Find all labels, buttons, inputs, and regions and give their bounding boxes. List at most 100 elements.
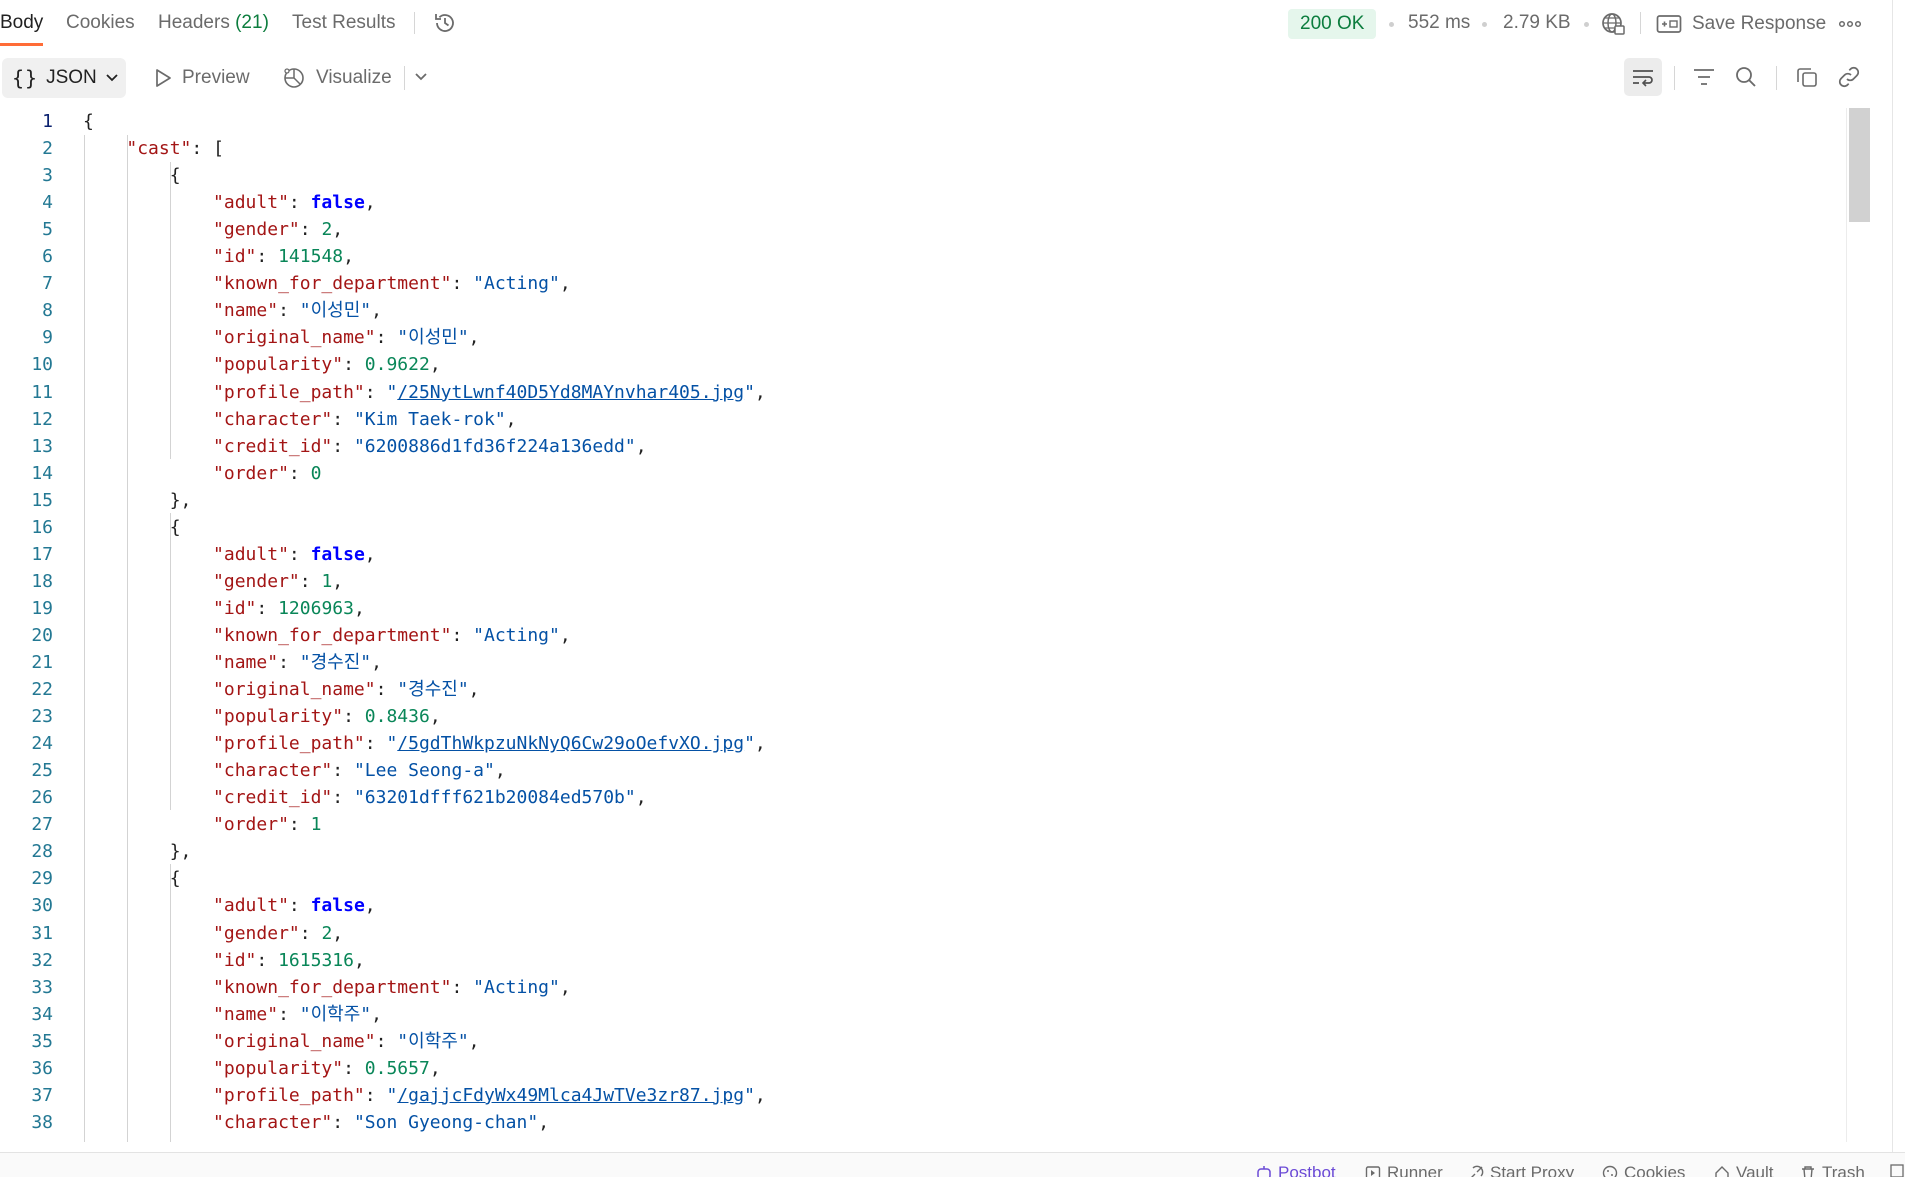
json-key: "popularity" (213, 706, 344, 728)
format-select[interactable]: {} JSON (2, 58, 126, 98)
code-line: 4 "adult": false, (0, 189, 1840, 216)
code-text: "credit_id": "63201dfff621b20084ed570b", (213, 787, 647, 809)
start-proxy-button[interactable]: Start Proxy (1468, 1163, 1574, 1177)
filter-icon (1694, 69, 1714, 85)
copy-button[interactable] (1788, 58, 1826, 96)
divider (1776, 66, 1777, 90)
json-key: "credit_id" (213, 435, 333, 457)
code-text: "original_name": "이학주", (213, 1030, 480, 1052)
json-key: "order" (213, 814, 289, 836)
json-value: "이학주" (299, 1003, 372, 1025)
visualize-label: Visualize (316, 67, 392, 88)
network-globe-icon[interactable] (1600, 11, 1626, 37)
code-line: 24 "profile_path": "/5gdThWkpzuNkNyQ6Cw2… (0, 730, 1840, 757)
line-number: 30 (31, 895, 53, 917)
code-line: 31 "gender": 2, (0, 920, 1840, 947)
code-text: "gender": 1, (213, 570, 344, 592)
tab-headers[interactable]: Headers (21) (158, 12, 269, 34)
code-text: "character": "Lee Seong-a", (213, 760, 506, 782)
line-number: 27 (31, 814, 53, 836)
code-text: "character": "Kim Taek-rok", (213, 408, 517, 430)
response-size[interactable]: 2.79 KB (1503, 12, 1571, 34)
save-response-button[interactable]: Save Response (1656, 6, 1826, 42)
json-key: "id" (213, 597, 257, 619)
more-options-icon[interactable] (1836, 12, 1864, 36)
wrap-lines-button[interactable] (1624, 58, 1662, 96)
panel-border (1892, 0, 1893, 1177)
json-value: "63201dfff621b20084ed570b" (353, 787, 636, 809)
code-line: 8 "name": "이성민", (0, 297, 1840, 324)
visualize-button[interactable]: Visualize (282, 58, 392, 98)
json-key: "id" (213, 246, 257, 268)
response-time[interactable]: 552 ms (1408, 12, 1470, 34)
separator-dot (1389, 22, 1394, 27)
vault-icon (1715, 1166, 1729, 1177)
json-key: "gender" (213, 570, 300, 592)
code-text: "order": 0 (213, 462, 322, 484)
json-value: 1206963 (278, 597, 354, 619)
history-icon[interactable] (432, 10, 458, 36)
vault-button[interactable]: Vault (1714, 1163, 1774, 1177)
runner-button[interactable]: Runner (1365, 1163, 1443, 1177)
visualize-dropdown-button[interactable] (402, 58, 440, 96)
json-key: "character" (213, 1111, 333, 1133)
json-value: 141548 (278, 246, 344, 268)
editor-scrollbar-thumb[interactable] (1849, 108, 1870, 222)
json-key: "profile_path" (213, 1084, 365, 1106)
tab-test-results[interactable]: Test Results (292, 12, 395, 34)
json-key: "known_for_department" (213, 624, 452, 646)
profile-path-link[interactable]: /25NytLwnf40D5Yd8MAYnvhar405.jpg (397, 382, 744, 403)
json-key: "adult" (213, 192, 289, 214)
code-text: "id": 1206963, (213, 597, 365, 619)
code-text: }, (83, 841, 192, 863)
status-badge[interactable]: 200 OK (1288, 9, 1377, 39)
json-value: 1 (321, 570, 333, 592)
line-number: 32 (31, 949, 53, 971)
tab-body[interactable]: Body (0, 12, 43, 34)
json-key: "order" (213, 462, 289, 484)
profile-path-link[interactable]: /gajjcFdyWx49Mlca4JwTVe3zr87.jpg (397, 1085, 744, 1106)
preview-button[interactable]: Preview (154, 58, 250, 98)
trash-label: Trash (1822, 1163, 1865, 1177)
code-line: 18 "gender": 1, (0, 568, 1840, 595)
code-line: 23 "popularity": 0.8436, (0, 703, 1840, 730)
json-key: "id" (213, 949, 257, 971)
json-key: "original_name" (213, 1030, 376, 1052)
tab-headers-count: (21) (235, 12, 269, 33)
code-line: 19 "id": 1206963, (0, 595, 1840, 622)
code-line: 20 "known_for_department": "Acting", (0, 622, 1840, 649)
editor-scrollbar-track[interactable] (1846, 108, 1868, 1142)
code-line: 33 "known_for_department": "Acting", (0, 974, 1840, 1001)
json-value: 0.5657 (364, 1057, 430, 1079)
code-line: 14 "order": 0 (0, 460, 1840, 487)
line-number: 31 (31, 922, 53, 944)
code-line: 34 "name": "이학주", (0, 1001, 1840, 1028)
search-button[interactable] (1727, 58, 1765, 96)
postbot-button[interactable]: Postbot (1256, 1163, 1336, 1177)
code-text: "order": 1 (213, 814, 322, 836)
line-number: 16 (31, 516, 53, 538)
line-number: 12 (31, 408, 53, 430)
line-number: 34 (31, 1003, 53, 1025)
json-value: "Kim Taek-rok" (353, 408, 506, 430)
tab-cookies[interactable]: Cookies (66, 12, 135, 34)
json-value: 2 (321, 219, 333, 241)
filter-button[interactable] (1685, 58, 1723, 96)
cookies-button[interactable]: Cookies (1602, 1163, 1685, 1177)
line-number: 23 (31, 706, 53, 728)
save-response-label: Save Response (1692, 13, 1827, 34)
copy-link-button[interactable] (1830, 58, 1868, 96)
json-response-editor[interactable]: 1{2 "cast": [3 {4 "adult": false, 5 "gend… (0, 108, 1905, 1142)
line-number: 15 (31, 489, 53, 511)
code-line: 26 "credit_id": "63201dfff621b20084ed570… (0, 784, 1840, 811)
json-value: false (310, 895, 365, 917)
trash-button[interactable]: Trash (1800, 1163, 1865, 1177)
code-text: { (83, 165, 181, 187)
json-value: 1615316 (278, 949, 354, 971)
profile-path-link[interactable]: /5gdThWkpzuNkNyQ6Cw29oOefvXO.jpg (397, 733, 744, 754)
line-number: 25 (31, 760, 53, 782)
line-number: 36 (31, 1057, 53, 1079)
code-text: "credit_id": "6200886d1fd36f224a136edd", (213, 435, 647, 457)
panel-layout-button[interactable] (1890, 1163, 1904, 1177)
code-text: "popularity": 0.5657, (213, 1057, 441, 1079)
